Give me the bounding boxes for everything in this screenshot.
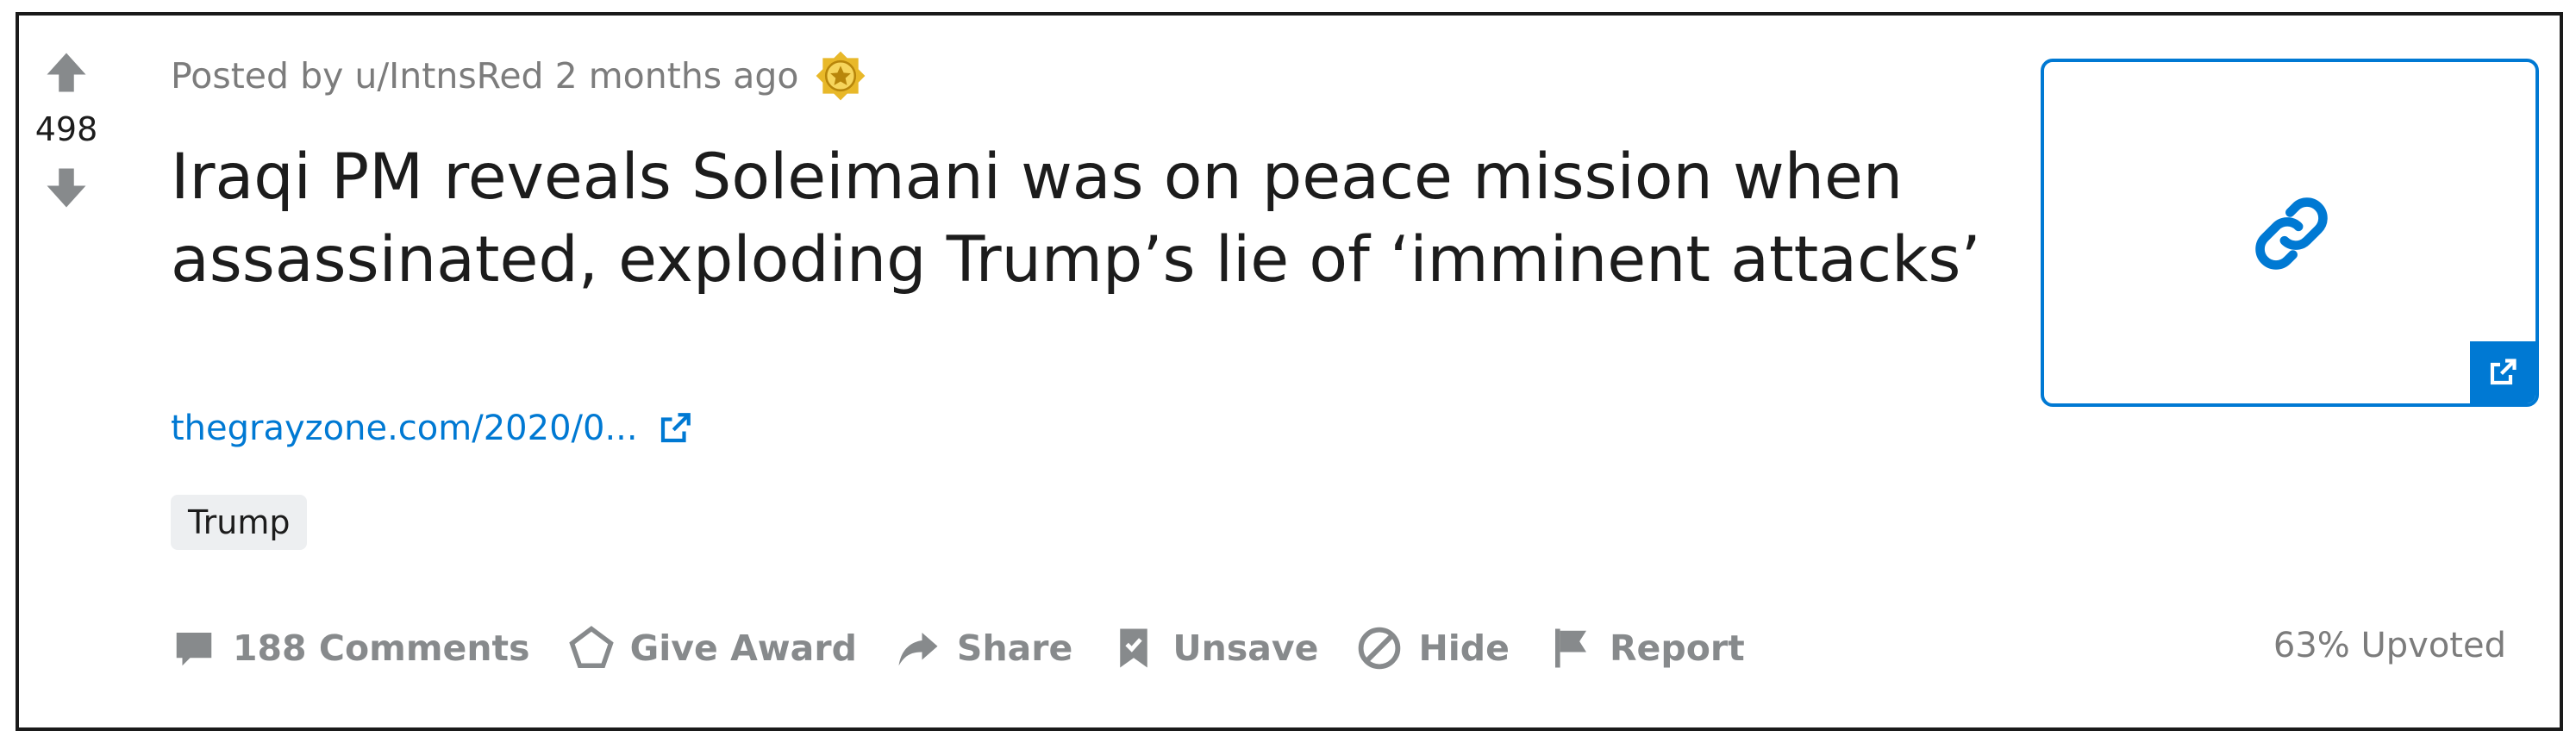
give-award-button[interactable]: Give Award <box>568 625 857 671</box>
upvote-arrow-icon[interactable] <box>41 47 92 98</box>
post-author-time[interactable]: Posted by u/IntnsRed 2 months ago <box>171 55 798 97</box>
share-button[interactable]: Share <box>895 625 1072 671</box>
report-button[interactable]: Report <box>1547 625 1745 671</box>
upvote-ratio: 63% Upvoted <box>2273 626 2506 665</box>
award-icon <box>568 626 614 668</box>
unsave-label: Unsave <box>1172 627 1319 669</box>
report-label: Report <box>1609 627 1745 669</box>
action-bar: 188 Comments Give Award Share Unsave Hid… <box>171 614 1745 683</box>
comments-button[interactable]: 188 Comments <box>171 625 530 671</box>
flag-icon <box>1554 628 1586 668</box>
downvote-arrow-icon[interactable] <box>41 162 92 214</box>
vote-count: 498 <box>34 110 98 148</box>
comment-bubble-icon <box>176 633 212 666</box>
comments-label: 188 Comments <box>233 627 530 669</box>
link-chain-icon <box>2255 197 2328 270</box>
external-link-icon[interactable] <box>657 410 693 446</box>
share-arrow-icon <box>898 633 938 666</box>
post-title[interactable]: Iraqi PM reveals Soleimani was on peace … <box>171 136 2024 302</box>
post-link[interactable]: thegrayzone.com/2020/0... <box>171 398 693 459</box>
hide-label: Hide <box>1418 627 1510 669</box>
share-label: Share <box>956 627 1073 669</box>
thumbnail-external-badge[interactable] <box>2470 341 2535 403</box>
post-flair[interactable]: Trump <box>171 495 308 550</box>
hide-button[interactable]: Hide <box>1356 625 1510 671</box>
bookmark-icon <box>1120 628 1148 668</box>
post-meta: Posted by u/IntnsRed 2 months ago <box>171 45 867 107</box>
external-link-icon <box>2490 359 2517 385</box>
vote-column: 498 <box>28 47 105 214</box>
award-badge-icon[interactable] <box>814 49 867 103</box>
link-thumbnail[interactable] <box>2041 59 2539 407</box>
unsave-button[interactable]: Unsave <box>1110 625 1318 671</box>
post-link-text[interactable]: thegrayzone.com/2020/0... <box>171 409 638 448</box>
give-award-label: Give Award <box>629 627 857 669</box>
post-card[interactable]: 498 Posted by u/IntnsRed 2 months ago Ir… <box>16 12 2563 731</box>
hide-icon <box>1359 627 1401 670</box>
